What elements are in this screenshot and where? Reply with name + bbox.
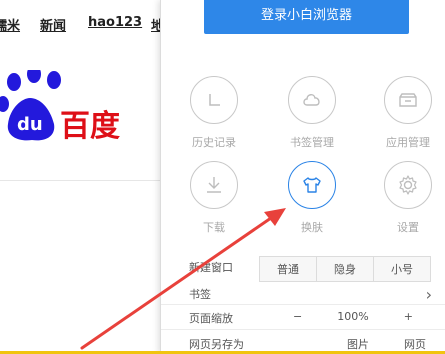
history-icon <box>190 76 238 124</box>
zoom-out-button[interactable]: − <box>293 310 302 323</box>
baidu-paw-icon: du 百度 <box>0 65 120 144</box>
save-as-webpage[interactable]: 网页 <box>404 336 426 352</box>
page-divider <box>0 180 160 181</box>
login-button[interactable]: 登录小白浏览器 <box>204 0 409 34</box>
menu-item-label: 历史记录 <box>192 136 236 149</box>
bookmarks-title: 书签 <box>189 288 211 301</box>
new-window-incognito[interactable]: 隐身 <box>317 257 374 281</box>
menu-item-label: 应用管理 <box>386 136 430 149</box>
divider <box>161 329 445 330</box>
menu-item-label: 设置 <box>397 221 419 234</box>
menu-item-label: 换肤 <box>301 221 323 234</box>
zoom-value: 100% <box>337 310 369 323</box>
app-box-icon <box>384 76 432 124</box>
new-window-options: 普通 隐身 小号 <box>259 256 431 282</box>
menu-item-bookmark-manager[interactable]: 书签管理 <box>277 76 347 150</box>
nav-link-hao123[interactable]: hao123 <box>88 15 142 30</box>
menu-item-app-manager[interactable]: 应用管理 <box>373 76 443 150</box>
menu-item-skin[interactable]: 换肤 <box>277 161 347 235</box>
zoom-controls: − 100% + <box>293 310 413 323</box>
download-icon <box>190 161 238 209</box>
zoom-in-button[interactable]: + <box>404 310 413 323</box>
logo-text: 百度 <box>60 109 120 144</box>
nav-link-nuomi[interactable]: 糯米 <box>0 15 20 34</box>
baidu-logo[interactable]: du 百度 <box>0 65 160 154</box>
menu-item-history[interactable]: 历史记录 <box>179 76 249 150</box>
divider <box>161 304 445 305</box>
gear-icon <box>384 161 432 209</box>
browser-menu-panel: 登录小白浏览器 历史记录 书签管理 应用管理 下载 换肤 设置 新建窗口 普通 … <box>160 0 445 354</box>
menu-item-label: 书签管理 <box>290 136 334 149</box>
nav-link-news[interactable]: 新闻 <box>40 15 66 34</box>
new-window-normal[interactable]: 普通 <box>260 257 317 281</box>
menu-item-download[interactable]: 下载 <box>179 161 249 235</box>
tshirt-icon <box>288 161 336 209</box>
save-as-title: 网页另存为 <box>189 338 244 351</box>
new-window-title: 新建窗口 <box>189 261 233 274</box>
new-window-alt-account[interactable]: 小号 <box>374 257 430 281</box>
menu-item-settings[interactable]: 设置 <box>373 161 443 235</box>
logo-badge: du <box>17 114 43 135</box>
zoom-title: 页面缩放 <box>189 312 233 325</box>
chevron-right-icon: › <box>425 285 432 304</box>
cloud-icon <box>288 76 336 124</box>
save-as-image[interactable]: 图片 <box>347 336 369 352</box>
menu-item-label: 下载 <box>203 221 225 234</box>
